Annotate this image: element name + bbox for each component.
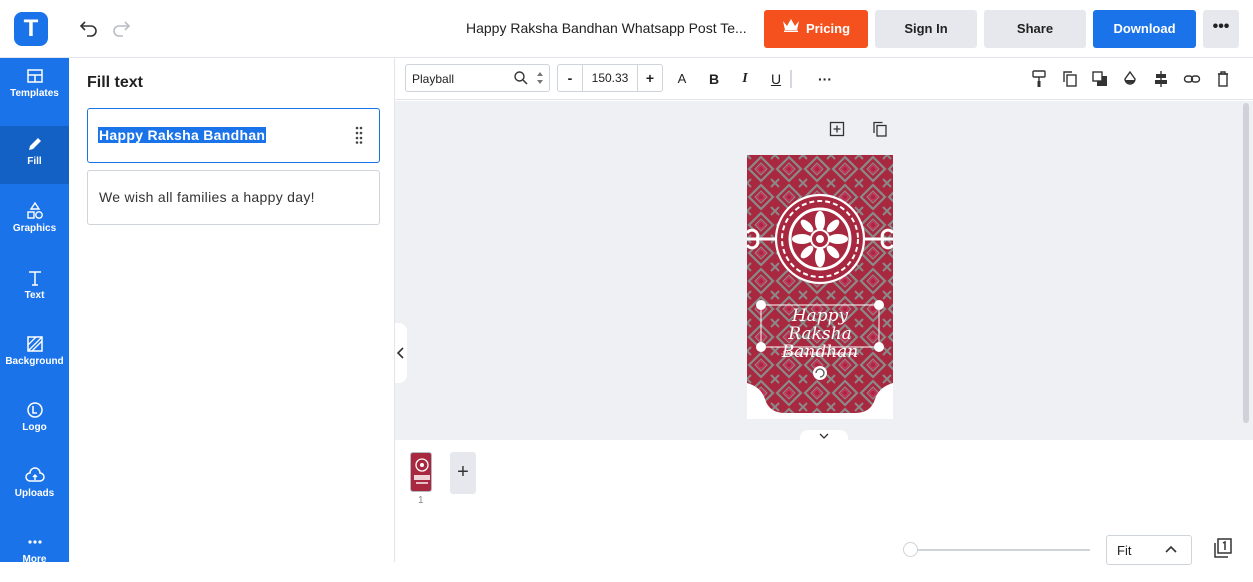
sidebar-item-label: Templates <box>10 88 59 99</box>
font-family-value: Playball <box>412 72 455 86</box>
zoom-slider[interactable] <box>905 549 1090 551</box>
sidebar-item-label: Fill <box>27 156 42 167</box>
opacity-icon[interactable] <box>1122 69 1138 89</box>
toolbar-divider <box>790 70 792 88</box>
crown-icon <box>782 9 800 47</box>
canvas-area: Happy Raksha Bandhan We wish all familie… <box>395 101 1253 442</box>
align-icon[interactable] <box>1153 69 1169 89</box>
bold-button[interactable]: B <box>707 69 721 89</box>
sidebar-item-fill[interactable]: Fill <box>0 126 69 184</box>
text-field-title[interactable]: Happy Raksha Bandhan <box>87 108 380 163</box>
panel-title: Fill text <box>87 74 144 91</box>
card-title-line1: Happy Raksha <box>788 306 852 344</box>
design-card[interactable]: Happy Raksha Bandhan We wish all familie… <box>745 155 895 419</box>
templates-icon <box>25 66 45 86</box>
background-icon <box>25 334 45 354</box>
font-size-input[interactable]: 150.33 <box>582 64 638 92</box>
logo-icon <box>25 400 45 420</box>
font-size-decrease-button[interactable]: - <box>557 64 583 92</box>
italic-button[interactable]: I <box>738 69 752 89</box>
sidebar-item-uploads[interactable]: Uploads <box>0 458 69 516</box>
more-icon <box>25 532 45 552</box>
text-case-button[interactable]: A <box>675 69 689 89</box>
text-field-subtitle[interactable]: We wish all families a happy day! <box>87 170 380 225</box>
undo-icon[interactable] <box>78 17 100 39</box>
sidebar-item-label: Uploads <box>14 488 55 499</box>
download-button[interactable]: Download <box>1093 10 1196 48</box>
top-bar: T Happy Raksha Bandhan Whatsapp Post Te.… <box>0 0 1253 58</box>
sidebar-item-logo[interactable]: Logo <box>0 392 69 450</box>
search-icon[interactable] <box>513 70 529 86</box>
page-number: 1 <box>418 495 424 506</box>
fill-text-panel: Fill text Happy Raksha Bandhan We wish a… <box>69 58 395 562</box>
sidebar-item-label: Logo <box>22 422 47 433</box>
font-size-increase-button[interactable]: + <box>637 64 663 92</box>
underline-button[interactable]: U <box>769 69 783 89</box>
sidebar-item-templates[interactable]: Templates <box>0 58 69 116</box>
text-field-value[interactable]: We wish all families a happy day! <box>99 189 315 205</box>
document-title[interactable]: Happy Raksha Bandhan Whatsapp Post Te... <box>466 20 747 36</box>
more-options-button[interactable]: ••• <box>1203 10 1239 48</box>
duplicate-page-icon[interactable] <box>872 121 888 137</box>
chevron-up-icon <box>1165 545 1177 553</box>
collapse-panel-button[interactable] <box>395 323 407 383</box>
text-icon <box>25 268 45 288</box>
duplicate-icon[interactable] <box>1062 69 1078 89</box>
pricing-button[interactable]: Pricing <box>764 10 868 48</box>
delete-icon[interactable] <box>1215 69 1231 89</box>
zoom-slider-handle[interactable] <box>903 542 918 557</box>
raksha-card-artwork <box>745 155 895 413</box>
sidebar-item-graphics[interactable]: Graphics <box>0 193 69 251</box>
canvas-scrollbar[interactable] <box>1243 103 1249 423</box>
layer-order-icon[interactable] <box>1092 69 1108 89</box>
sign-in-button[interactable]: Sign In <box>875 10 977 48</box>
font-family-select[interactable]: Playball <box>405 64 550 92</box>
card-subtitle[interactable]: We wish all families a happy day! <box>757 351 883 357</box>
sidebar-item-text[interactable]: Text <box>0 260 69 318</box>
shapes-icon <box>25 201 45 221</box>
sidebar-item-label: Background <box>5 356 64 367</box>
add-page-button[interactable]: + <box>450 452 476 494</box>
zoom-value: Fit <box>1117 543 1132 558</box>
left-sidebar: Templates Fill Graphics Text Background … <box>0 58 69 565</box>
sidebar-item-background[interactable]: Background <box>0 326 69 384</box>
zoom-select[interactable]: Fit <box>1106 535 1192 565</box>
sidebar-item-label: Graphics <box>12 223 57 234</box>
more-text-options-button[interactable]: ··· <box>815 69 835 89</box>
share-button[interactable]: Share <box>984 10 1086 48</box>
page-view-icon[interactable] <box>1213 537 1233 559</box>
pricing-label: Pricing <box>805 21 851 36</box>
add-page-icon[interactable] <box>829 121 845 137</box>
upload-cloud-icon <box>24 466 45 486</box>
link-icon[interactable] <box>1183 69 1201 89</box>
text-toolbar: Playball - 150.33 + A B I U ··· <box>395 58 1253 100</box>
text-field-value[interactable]: Happy Raksha Bandhan <box>98 127 267 143</box>
pencil-icon <box>25 134 45 154</box>
redo-icon[interactable] <box>110 17 132 39</box>
drag-handle-icon[interactable] <box>355 126 363 144</box>
app-logo[interactable]: T <box>14 12 48 46</box>
sidebar-item-label: Text <box>24 290 45 301</box>
pages-footer: 1 + Fit <box>395 440 1253 565</box>
sidebar-item-label: More <box>22 554 47 565</box>
format-painter-icon[interactable] <box>1030 69 1048 89</box>
page-thumbnail[interactable] <box>410 452 432 492</box>
sidebar-item-more[interactable]: More <box>0 524 69 582</box>
spinner-arrows-icon[interactable] <box>535 69 545 87</box>
